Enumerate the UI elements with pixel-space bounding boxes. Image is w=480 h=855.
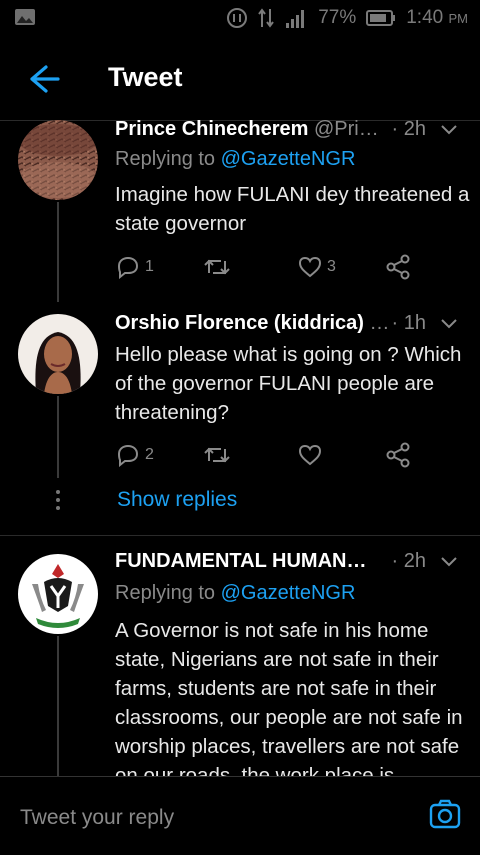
alarm-icon — [227, 8, 248, 28]
reply-button[interactable]: 2 — [115, 440, 154, 470]
reply-input[interactable] — [18, 801, 402, 835]
status-icons: 77% 1:40 PM — [226, 6, 468, 30]
battery-icon — [366, 10, 396, 26]
reply-icon — [117, 256, 139, 279]
battery-percent: 77% — [318, 7, 357, 28]
camera-icon[interactable] — [428, 797, 462, 831]
chevron-down-icon[interactable] — [440, 556, 458, 568]
tweet-header: FUNDAMENTAL HUMAN… · 2h — [115, 550, 460, 578]
replying-to: Replying to @GazetteNGR — [115, 148, 356, 170]
author-name[interactable]: FUNDAMENTAL HUMAN… — [115, 550, 366, 572]
mention-link[interactable]: @GazetteNGR — [221, 582, 356, 604]
signal-icon — [286, 10, 305, 28]
mention-link[interactable]: @GazetteNGR — [221, 148, 356, 170]
page-title: Tweet — [108, 62, 183, 92]
tweet-actions: 2 — [115, 440, 445, 470]
share-icon — [386, 442, 410, 468]
tweet-item[interactable]: FUNDAMENTAL HUMAN… · 2h Replying to @Gaz… — [0, 536, 480, 787]
share-button[interactable] — [385, 252, 411, 282]
thread-line — [57, 636, 59, 776]
tweet-header: Prince Chinecherem @Pri… · 2h — [115, 118, 460, 146]
arrow-left-icon[interactable] — [22, 62, 62, 96]
author-name[interactable]: Prince Chinecherem — [115, 118, 308, 140]
thread-line — [57, 396, 59, 478]
thread-line — [57, 202, 59, 302]
tweet-time: · 1h — [391, 312, 426, 334]
avatar[interactable] — [18, 554, 98, 634]
replying-to: Replying to @GazetteNGR — [115, 582, 356, 604]
more-replies-dots — [56, 490, 60, 514]
app-header: Tweet — [0, 36, 480, 121]
tweet-item[interactable]: Prince Chinecherem @Pri… · 2h Replying t… — [0, 110, 480, 302]
tweet-time: · 2h — [391, 118, 426, 140]
retweet-icon — [204, 259, 230, 275]
clock: 1:40 PM — [406, 7, 468, 28]
tweet-time: · 2h — [391, 550, 426, 572]
tweet-item[interactable]: Orshio Florence (kiddrica) … · 1h Hello … — [0, 300, 480, 535]
retweet-button[interactable] — [203, 440, 231, 470]
tweet-actions: 1 3 — [115, 252, 445, 282]
share-button[interactable] — [385, 440, 411, 470]
avatar[interactable] — [18, 120, 98, 200]
author-name[interactable]: Orshio Florence (kiddrica) — [115, 312, 364, 334]
data-arrows-icon — [258, 8, 275, 28]
like-count: 3 — [327, 258, 336, 275]
reply-button[interactable]: 1 — [115, 252, 154, 282]
tweet-text: Imagine how FULANI dey threatened a stat… — [115, 183, 470, 235]
image-icon — [15, 9, 35, 25]
retweet-icon — [204, 447, 230, 463]
reply-bar — [0, 776, 480, 855]
tweet-header: Orshio Florence (kiddrica) … · 1h — [115, 312, 460, 340]
chevron-down-icon[interactable] — [440, 318, 458, 330]
share-icon — [386, 254, 410, 280]
author-handle[interactable]: … — [370, 312, 390, 334]
like-button[interactable]: 3 — [297, 252, 336, 282]
tweet-text: Hello please what is going on ? Which of… — [115, 343, 462, 424]
reply-icon — [117, 444, 139, 467]
chevron-down-icon[interactable] — [440, 124, 458, 136]
reply-count: 2 — [145, 446, 154, 463]
like-button[interactable] — [297, 440, 323, 470]
heart-icon — [298, 256, 322, 278]
author-handle[interactable]: @Pri… — [314, 118, 379, 140]
reply-count: 1 — [145, 258, 154, 275]
status-bar: 77% 1:40 PM — [0, 0, 480, 36]
heart-icon — [298, 444, 322, 466]
retweet-button[interactable] — [203, 252, 231, 282]
show-replies-link[interactable]: Show replies — [117, 488, 237, 512]
avatar[interactable] — [18, 314, 98, 394]
tweet-text: A Governor is not safe in his home state… — [115, 619, 463, 787]
